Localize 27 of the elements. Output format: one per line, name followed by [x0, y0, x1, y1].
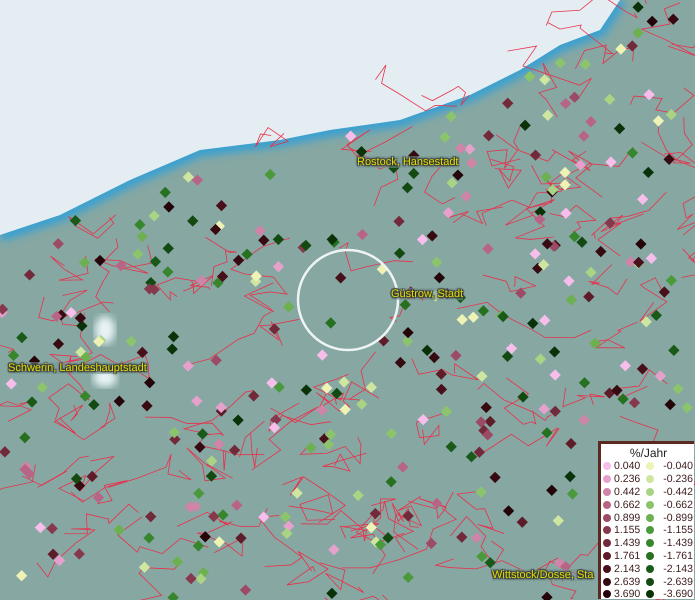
legend-value: -1.155 — [662, 524, 693, 536]
place-label: Schwerin, Landeshauptstadt — [8, 362, 147, 374]
legend-value: -2.639 — [662, 576, 693, 588]
legend-value: 0.236 — [614, 473, 642, 486]
legend-value: -1.761 — [662, 550, 693, 562]
legend-value: 0.662 — [614, 498, 642, 511]
place-label: Wittstock/Dosse, Sta — [492, 569, 594, 581]
place-label: Güstrow, Stadt — [391, 288, 464, 300]
legend-title: %/Jahr — [628, 446, 668, 460]
legend-value: 1.155 — [614, 524, 642, 536]
legend-value: -0.236 — [662, 473, 693, 486]
legend-value: -2.143 — [662, 562, 693, 575]
legend-value: 1.439 — [614, 537, 642, 550]
legend-value: 0.899 — [614, 512, 642, 524]
legend-value: -3.690 — [662, 588, 693, 600]
legend-value: -0.662 — [662, 498, 693, 511]
legend-value: 2.639 — [614, 576, 642, 588]
legend-value: 0.040 — [614, 460, 642, 472]
legend-value: 2.143 — [614, 562, 642, 575]
place-label: Rostock, Hansestadt — [357, 156, 458, 168]
legend-value: 1.761 — [614, 550, 642, 562]
legend-value: -0.442 — [662, 486, 693, 498]
legend-value: -1.439 — [662, 537, 693, 550]
legend-value: 3.690 — [614, 588, 642, 600]
legend-value: 0.442 — [614, 486, 642, 498]
legend-value: -0.040 — [662, 460, 693, 472]
legend-value: -0.899 — [662, 512, 693, 524]
